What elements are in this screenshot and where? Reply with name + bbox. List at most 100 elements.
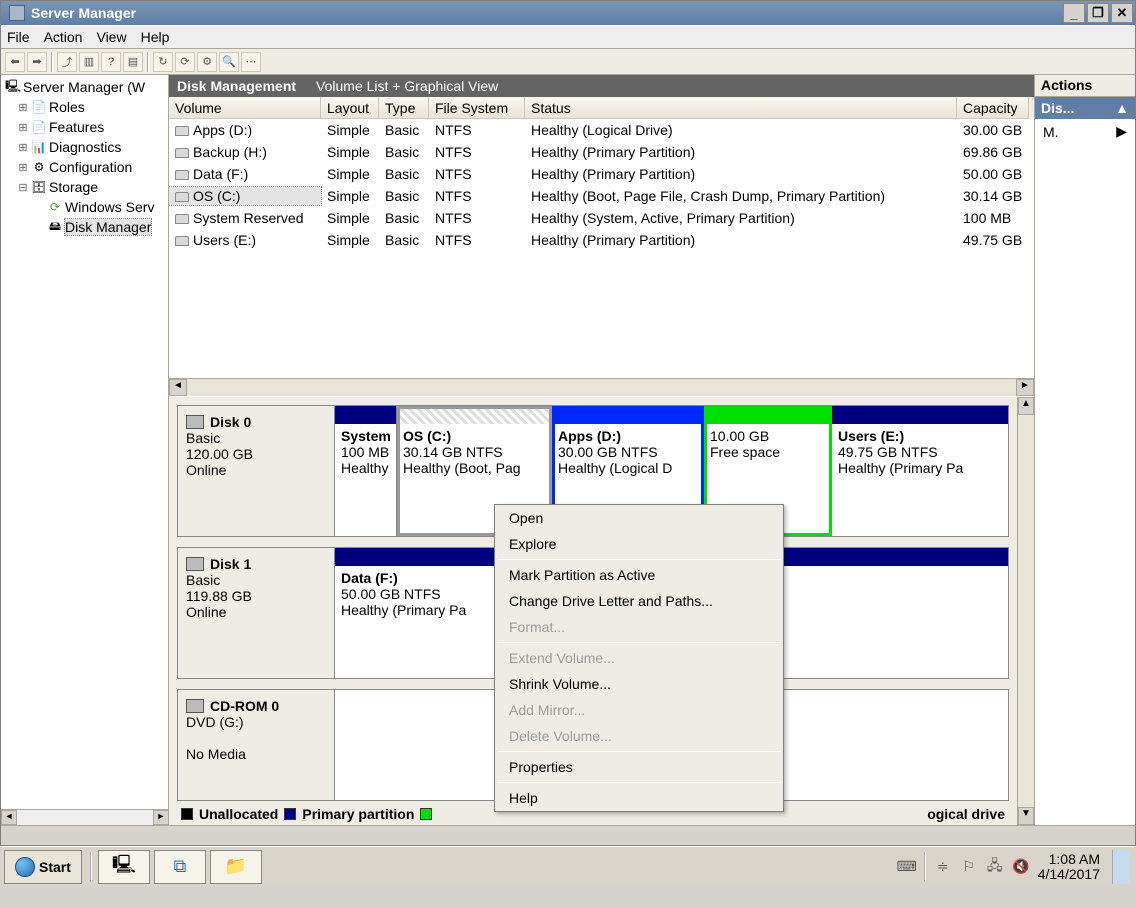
scroll-left-icon[interactable]: ◄ [1, 810, 17, 825]
ctx-shrink[interactable]: Shrink Volume... [495, 671, 783, 697]
tree-storage[interactable]: ⊟🗄Storage [1, 177, 168, 197]
ctx-format: Format... [495, 614, 783, 640]
minimize-button[interactable]: _ [1063, 3, 1085, 23]
tree-root[interactable]: 🖳Server Manager (W [1, 77, 168, 97]
volume-icon [175, 148, 189, 158]
ctx-mark-active[interactable]: Mark Partition as Active [495, 562, 783, 588]
col-volume[interactable]: Volume [169, 97, 321, 119]
menu-file[interactable]: File [7, 29, 30, 45]
menu-view[interactable]: View [96, 29, 126, 45]
expand-icon[interactable]: ⊞ [17, 141, 29, 154]
col-layout[interactable]: Layout [321, 97, 379, 119]
clock[interactable]: 1:08 AM 4/14/2017 [1038, 852, 1100, 882]
volume-row[interactable]: Apps (D:)SimpleBasicNTFSHealthy (Logical… [169, 119, 1034, 141]
scroll-down-icon[interactable]: ▼ [1018, 807, 1034, 825]
show-desktop-button[interactable] [1112, 850, 1130, 884]
col-type[interactable]: Type [379, 97, 429, 119]
volume-row[interactable]: Users (E:)SimpleBasicNTFSHealthy (Primar… [169, 229, 1034, 251]
menu-action[interactable]: Action [44, 29, 83, 45]
up-button[interactable]: ⤴ [57, 52, 77, 72]
partition-stripe [832, 406, 1008, 424]
actions-more[interactable]: M.▶ [1035, 119, 1135, 144]
ctx-help[interactable]: Help [495, 785, 783, 811]
ctx-sep [497, 642, 781, 643]
clock-date: 4/14/2017 [1038, 867, 1100, 882]
legend-free-swatch [420, 808, 432, 820]
flag-icon[interactable]: ⚐ [960, 858, 978, 876]
roles-icon: 📄 [31, 99, 47, 115]
forward-button[interactable]: ➡ [27, 52, 47, 72]
taskbar-explorer[interactable]: 📁 [210, 850, 262, 884]
show-hide-console-tree-button[interactable]: ▥ [79, 52, 99, 72]
col-status[interactable]: Status [525, 97, 957, 119]
settings-button[interactable]: ⚙ [197, 52, 217, 72]
ctx-open[interactable]: Open [495, 505, 783, 531]
tree-configuration[interactable]: ⊞⚙Configuration [1, 157, 168, 177]
tree-disk-management[interactable]: 🖴Disk Manager [1, 217, 168, 237]
scroll-right-icon[interactable]: ► [153, 810, 169, 825]
back-button[interactable]: ⬅ [5, 52, 25, 72]
ctx-properties[interactable]: Properties [495, 754, 783, 780]
actions-disk[interactable]: Dis...▲ [1035, 97, 1135, 119]
volume-row[interactable]: Data (F:)SimpleBasicNTFSHealthy (Primary… [169, 163, 1034, 185]
partition-stripe [397, 406, 551, 424]
start-button[interactable]: Start [4, 850, 82, 884]
disk-icon [186, 699, 204, 713]
ctx-explore[interactable]: Explore [495, 531, 783, 557]
partition[interactable]: System100 MBHealthy [335, 406, 397, 536]
show-hide-action-pane-button[interactable]: ▤ [123, 52, 143, 72]
volume-icon[interactable]: 🔇 [1012, 858, 1030, 876]
scroll-up-icon[interactable]: ▲ [1018, 397, 1034, 415]
taskbar-server-manager[interactable]: 🖳 [98, 850, 150, 884]
menu-help[interactable]: Help [141, 29, 170, 45]
ctx-change-letter[interactable]: Change Drive Letter and Paths... [495, 588, 783, 614]
volume-table-body[interactable]: Apps (D:)SimpleBasicNTFSHealthy (Logical… [169, 119, 1034, 378]
partition[interactable]: Users (E:)49.75 GB NTFSHealthy (Primary … [832, 406, 1008, 536]
refresh-button[interactable]: ↻ [153, 52, 173, 72]
server-icon: 🖳 [5, 79, 21, 95]
app-icon [9, 5, 25, 21]
ctx-extend: Extend Volume... [495, 645, 783, 671]
volume-table-header: Volume Layout Type File System Status Ca… [169, 97, 1034, 119]
content-subtitle: Volume List + Graphical View [316, 78, 498, 94]
find-button[interactable]: 🔍 [219, 52, 239, 72]
keyboard-icon[interactable]: ⌨ [898, 858, 916, 876]
col-fs[interactable]: File System [429, 97, 525, 119]
scroll-right-icon[interactable]: ► [1016, 379, 1034, 396]
expand-icon[interactable]: ⊞ [17, 121, 29, 134]
tree-hscroll[interactable]: ◄► [1, 809, 169, 825]
disk-icon [186, 557, 204, 571]
tree-features[interactable]: ⊞📄Features [1, 117, 168, 137]
tray-sep [924, 852, 926, 882]
col-capacity[interactable]: Capacity [957, 97, 1029, 119]
voltable-hscroll[interactable]: ◄► [169, 378, 1034, 396]
rescan-button[interactable]: ⟳ [175, 52, 195, 72]
toolbar-sep [51, 52, 53, 72]
nav-tree[interactable]: 🖳Server Manager (W ⊞📄Roles ⊞📄Features ⊞📊… [1, 75, 169, 809]
maximize-button[interactable]: ❐ [1087, 3, 1109, 23]
expand-icon[interactable]: ⊞ [17, 101, 29, 114]
legend-primary: Primary partition [302, 806, 414, 822]
properties-button[interactable]: ? [101, 52, 121, 72]
tree-diagnostics[interactable]: ⊞📊Diagnostics [1, 137, 168, 157]
graphical-vscroll[interactable]: ▲▼ [1017, 397, 1034, 825]
volume-row[interactable]: OS (C:)SimpleBasicNTFSHealthy (Boot, Pag… [169, 185, 1034, 207]
legend-unallocated: Unallocated [199, 806, 278, 822]
taskbar-powershell[interactable]: ⧉ [154, 850, 206, 884]
collapse-icon[interactable]: ⊟ [17, 181, 29, 194]
toolbar-sep [147, 52, 149, 72]
volume-row[interactable]: System ReservedSimpleBasicNTFSHealthy (S… [169, 207, 1034, 229]
legend-logical: ogical drive [927, 806, 1005, 822]
context-menu[interactable]: Open Explore Mark Partition as Active Ch… [494, 504, 784, 812]
close-button[interactable]: ✕ [1111, 3, 1133, 23]
show-hidden-icons[interactable]: ≑ [934, 858, 952, 876]
tree-windows-server-backup[interactable]: ⟳Windows Serv [1, 197, 168, 217]
tree-roles[interactable]: ⊞📄Roles [1, 97, 168, 117]
scroll-left-icon[interactable]: ◄ [169, 379, 187, 396]
taskbar-sep [90, 852, 92, 882]
expand-icon[interactable]: ⊞ [17, 161, 29, 174]
volume-row[interactable]: Backup (H:)SimpleBasicNTFSHealthy (Prima… [169, 141, 1034, 163]
actions-pane: Actions Dis...▲ M.▶ [1035, 75, 1135, 825]
network-icon[interactable]: 🖧 [986, 858, 1004, 876]
help2-button[interactable]: ⋯ [241, 52, 261, 72]
